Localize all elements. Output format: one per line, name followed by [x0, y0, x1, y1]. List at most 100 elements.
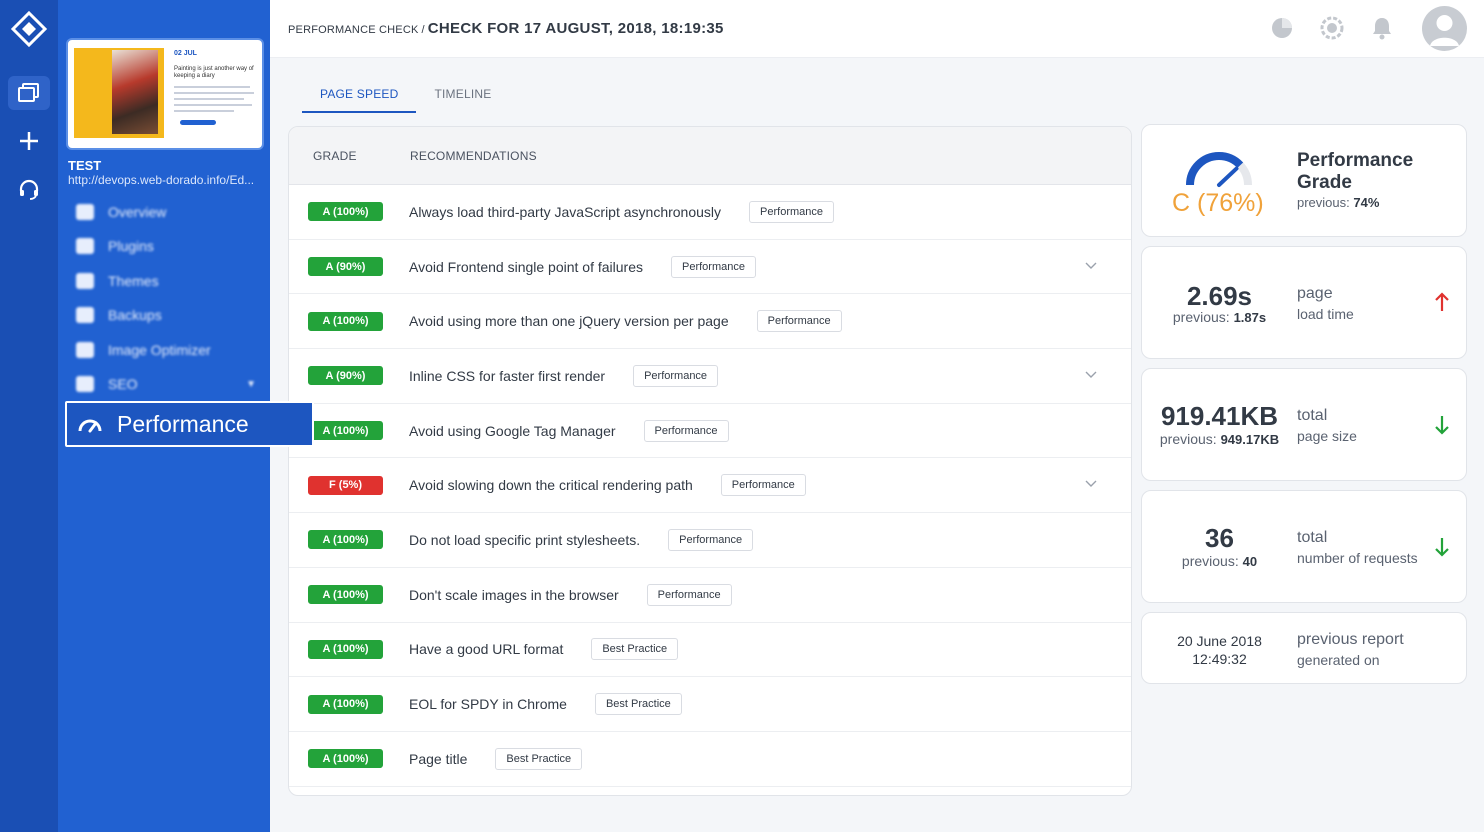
site-url[interactable]: http://devops.web-dorado.info/Ed... — [68, 173, 264, 187]
category-tag: Performance — [749, 200, 835, 223]
thumbnail-photo — [112, 50, 158, 134]
top-header: PERFORMANCE CHECK / CHECK FOR 17 AUGUST, 2… — [270, 0, 1484, 58]
grade-badge: A (90%) — [308, 257, 383, 277]
recommendation-text: Avoid using more than one jQuery version… — [409, 313, 729, 330]
sidebar-item-themes[interactable]: Themes — [76, 270, 159, 292]
sidebar-item-label: Overview — [108, 204, 167, 220]
add-icon[interactable] — [8, 124, 50, 158]
category-tag: Performance — [756, 310, 842, 333]
thumbnail-button — [180, 120, 216, 125]
sidebar-item-image-optimizer[interactable]: Image Optimizer — [76, 339, 211, 361]
sidebar-item-plugins[interactable]: Plugins — [76, 235, 154, 257]
load-time-sublabel: load time — [1297, 306, 1354, 322]
previous-report-date: 20 June 2018 — [1177, 633, 1262, 649]
thumbnail-headline: Painting is just another way of keeping … — [174, 66, 254, 79]
previous-label: previous: — [1297, 195, 1350, 210]
recommendation-text: Do not load specific print stylesheets. — [409, 531, 641, 548]
sidebar-item-seo[interactable]: SEO ▼ — [76, 373, 256, 395]
previous-value: 1.87s — [1233, 310, 1267, 325]
previous-report-label[interactable]: previous report — [1297, 631, 1404, 649]
avatar[interactable] — [1422, 6, 1467, 51]
table-row[interactable]: A (90%) Avoid Frontend single point of fa… — [289, 239, 1131, 295]
sidebar-item-backups[interactable]: Backups — [76, 304, 162, 326]
previous-label: previous: — [1159, 431, 1217, 447]
arrow-down-icon — [1435, 538, 1449, 557]
plugins-icon — [76, 238, 94, 254]
load-time-previous: previous: 1.87s — [1142, 309, 1297, 325]
sidebar-item-performance[interactable]: Performance — [65, 401, 314, 447]
previous-report-card: 20 June 2018 12:49:32 previous report ge… — [1141, 612, 1467, 684]
table-row[interactable]: A (100%) Have a good URL format Best Pract… — [289, 623, 1131, 678]
chevron-down-icon[interactable] — [1085, 371, 1097, 379]
table-header: GRADE RECOMMENDATIONS — [289, 127, 1131, 185]
bell-icon[interactable] — [1371, 16, 1393, 45]
category-tag: Best Practice — [594, 693, 682, 716]
grade-badge: F (5%) — [308, 475, 383, 495]
table-row[interactable]: A (100%) Avoid using more than one jQuery… — [289, 294, 1131, 350]
category-tag: Performance — [720, 474, 806, 497]
grade-badge: A (90%) — [308, 366, 383, 386]
support-headset-icon[interactable] — [8, 172, 50, 206]
column-header-recommendations: RECOMMENDATIONS — [410, 148, 537, 163]
cloud-icon — [76, 307, 94, 323]
table-row[interactable]: A (100%) Don't scale images in the browse… — [289, 567, 1131, 623]
logo-icon[interactable] — [10, 10, 48, 50]
grade-badge: A (100%) — [308, 749, 383, 769]
previous-label: previous: — [1181, 553, 1239, 569]
grade-title-line1: Performance — [1297, 150, 1414, 171]
table-row[interactable]: A (90%) Inline CSS for faster first rende… — [289, 349, 1131, 404]
previous-value: 949.17KB — [1220, 432, 1280, 447]
grade-badge: A (100%) — [308, 202, 383, 222]
chevron-down-icon[interactable] — [1085, 262, 1097, 270]
load-time-label: page — [1297, 285, 1333, 302]
grade-badge: A (100%) — [308, 585, 383, 605]
table-body: A (100%) Always load third-party JavaScri… — [289, 185, 1131, 787]
sites-icon[interactable] — [8, 76, 50, 110]
performance-grade-card: C (76%) Performance Grade previous: 74% — [1141, 124, 1467, 237]
site-thumbnail[interactable]: 02 JUL Painting is just another way of k… — [66, 38, 264, 150]
recommendation-text: Always load third-party JavaScript async… — [409, 203, 722, 220]
grade-badge: A (100%) — [308, 421, 383, 441]
requests-card: 36 previous: 40 total number of requests — [1141, 490, 1467, 603]
table-row[interactable]: A (100%) Avoid using Google Tag Manager Pe… — [289, 404, 1131, 459]
tab-timeline[interactable]: TIMELINE — [416, 84, 509, 113]
speedometer-icon — [78, 419, 102, 433]
thumbnail-line — [174, 110, 234, 112]
sidebar-item-overview[interactable]: Overview — [76, 201, 166, 223]
thumbnail-line — [174, 92, 254, 94]
table-row[interactable]: A (100%) EOL for SPDY in Chrome Best Pract… — [289, 677, 1131, 732]
grade-badge: A (100%) — [308, 530, 383, 550]
icon-rail — [0, 0, 58, 832]
gauge-icon[interactable] — [1320, 16, 1344, 45]
grade-title-line2: Grade — [1297, 172, 1352, 193]
previous-report-sublabel: generated on — [1297, 652, 1380, 668]
pie-chart-icon[interactable] — [1270, 16, 1294, 45]
grade-previous: previous: 74% — [1297, 195, 1379, 210]
table-row[interactable]: F (5%) Avoid slowing down the critical re… — [289, 458, 1131, 514]
chevron-down-icon[interactable] — [1085, 480, 1097, 488]
sidebar-item-label: SEO — [108, 376, 138, 392]
requests-label: total — [1297, 529, 1328, 546]
breadcrumb-parent[interactable]: PERFORMANCE CHECK — [288, 24, 419, 36]
table-row[interactable]: A (100%) Page title Best Practice — [289, 732, 1131, 787]
category-tag: Performance — [668, 528, 754, 551]
overview-icon — [76, 204, 94, 220]
page-size-sublabel: page size — [1297, 428, 1357, 444]
category-tag: Best Practice — [495, 747, 583, 770]
previous-value: 40 — [1242, 554, 1258, 569]
breadcrumb: PERFORMANCE CHECK / CHECK FOR 17 AUGUST, 2… — [288, 20, 724, 37]
user-icon — [1430, 15, 1459, 46]
page-title: CHECK FOR 17 AUGUST, 2018, 18:19:35 — [427, 20, 724, 37]
previous-report-time: 12:49:32 — [1192, 651, 1247, 667]
recommendation-text: EOL for SPDY in Chrome — [409, 696, 567, 713]
page-size-previous: previous: 949.17KB — [1142, 431, 1297, 447]
bar-chart-icon — [76, 376, 94, 392]
table-row[interactable]: A (100%) Always load third-party JavaScri… — [289, 185, 1131, 240]
load-time-card: 2.69s previous: 1.87s page load time — [1141, 246, 1467, 359]
tab-bar: PAGE SPEED TIMELINE — [302, 84, 509, 113]
previous-label: previous: — [1172, 309, 1230, 325]
table-row[interactable]: A (100%) Do not load specific print style… — [289, 513, 1131, 568]
category-tag: Performance — [643, 419, 729, 442]
tab-page-speed[interactable]: PAGE SPEED — [302, 84, 417, 113]
grade-value: C (76%) — [1172, 189, 1264, 217]
